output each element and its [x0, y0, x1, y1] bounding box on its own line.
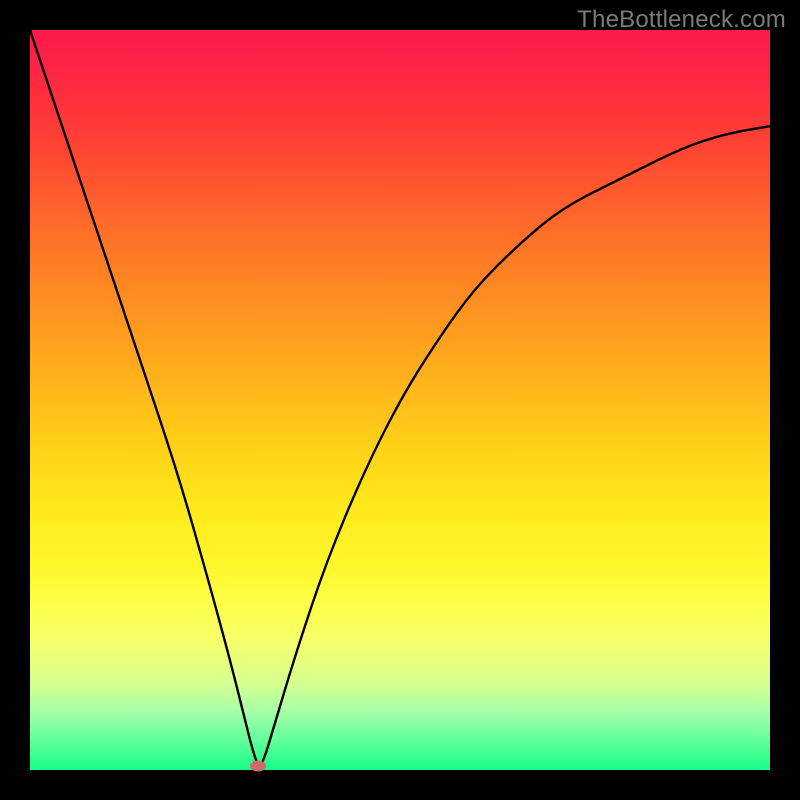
curve-svg	[30, 30, 770, 770]
bottleneck-curve	[30, 30, 770, 765]
chart-frame: TheBottleneck.com	[0, 0, 800, 800]
plot-area	[30, 30, 770, 770]
minimum-point-marker	[250, 761, 266, 772]
